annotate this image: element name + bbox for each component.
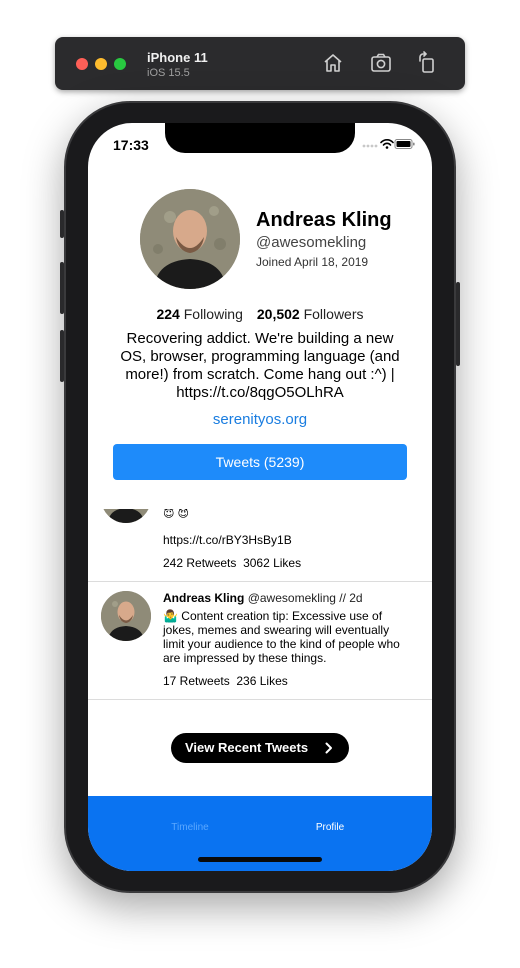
screenshot-icon[interactable]: [369, 51, 393, 75]
wifi-icon: [380, 138, 394, 146]
tweet-avatar[interactable]: [101, 509, 151, 523]
status-time: 17:33: [113, 137, 149, 153]
profile-website-link[interactable]: serenityos.org: [88, 411, 432, 428]
followers-stat[interactable]: 20,502 Followers: [257, 306, 364, 322]
profile-avatar[interactable]: [140, 189, 240, 289]
view-recent-tweets-button[interactable]: View Recent Tweets: [171, 733, 349, 763]
wifi-dot: [385, 146, 389, 149]
tweet-likes[interactable]: 3062 Likes: [243, 556, 301, 570]
tweet-emoji: 😇 😈: [163, 509, 189, 520]
tab-profile[interactable]: Profile: [280, 822, 380, 833]
close-window-button[interactable]: [76, 58, 88, 70]
tweet-author-name[interactable]: Andreas Kling: [163, 591, 244, 605]
phone-screen: 17:33 Andreas Kling @awesomekling Joined…: [88, 123, 432, 871]
profile-name: Andreas Kling: [256, 209, 392, 231]
tweet-retweets[interactable]: 242 Retweets: [163, 556, 236, 570]
tweet-link[interactable]: https://t.co/rBY3HsBy1B: [163, 533, 292, 547]
tweets-count-button[interactable]: Tweets (5239): [113, 444, 407, 480]
following-count: 224: [156, 306, 180, 322]
profile-joined-date: Joined April 18, 2019: [256, 255, 369, 269]
device-name: iPhone 11: [147, 50, 208, 65]
profile-stats: 224 Following 20,502 Followers: [88, 306, 432, 322]
tab-timeline[interactable]: Timeline: [140, 822, 240, 833]
tweet-engagement: 17 Retweets 236 Likes: [163, 674, 288, 688]
notch: [165, 123, 355, 153]
tab-bar: Timeline Profile: [88, 796, 432, 871]
tweet-author-line: Andreas Kling @awesomekling // 2d: [163, 591, 363, 605]
status-icons: [362, 138, 415, 149]
tweet-avatar-image: [101, 591, 151, 641]
os-version: iOS 15.5: [147, 67, 190, 79]
volume-up-button: [60, 262, 64, 314]
tweet-avatar-image: [101, 509, 151, 523]
zoom-window-button[interactable]: [114, 58, 126, 70]
home-indicator[interactable]: [198, 857, 322, 862]
power-button: [456, 282, 460, 366]
home-icon[interactable]: [321, 51, 345, 75]
simulator-toolbar: iPhone 11 iOS 15.5: [55, 37, 465, 90]
tweet-avatar[interactable]: [101, 591, 151, 641]
profile-bio: Recovering addict. We're building a new …: [120, 330, 400, 401]
mute-switch: [60, 210, 64, 238]
tweet-likes[interactable]: 236 Likes: [236, 674, 287, 688]
avatar-image: [140, 189, 240, 289]
volume-down-button: [60, 330, 64, 382]
tweet-body: 🤷‍♂️ Content creation tip: Excessive use…: [163, 609, 400, 665]
chevron-right-icon: [325, 742, 332, 754]
tweet-divider: [88, 699, 432, 700]
following-stat[interactable]: 224 Following: [156, 306, 242, 322]
following-label: Following: [183, 306, 243, 322]
tweet-engagement: 242 Retweets 3062 Likes: [163, 556, 301, 570]
view-recent-tweets-label: View Recent Tweets: [185, 740, 309, 755]
followers-label: Followers: [303, 306, 364, 322]
tweet-divider: [88, 581, 432, 582]
minimize-window-button[interactable]: [95, 58, 107, 70]
tweet-handle-time: @awesomekling // 2d: [247, 591, 363, 605]
tweet-retweets[interactable]: 17 Retweets: [163, 674, 230, 688]
profile-handle: @awesomekling: [256, 234, 367, 251]
cellular-signal-icon: [362, 144, 378, 148]
rotate-icon[interactable]: [415, 51, 439, 75]
followers-count: 20,502: [256, 306, 300, 322]
battery-icon: [394, 139, 415, 149]
